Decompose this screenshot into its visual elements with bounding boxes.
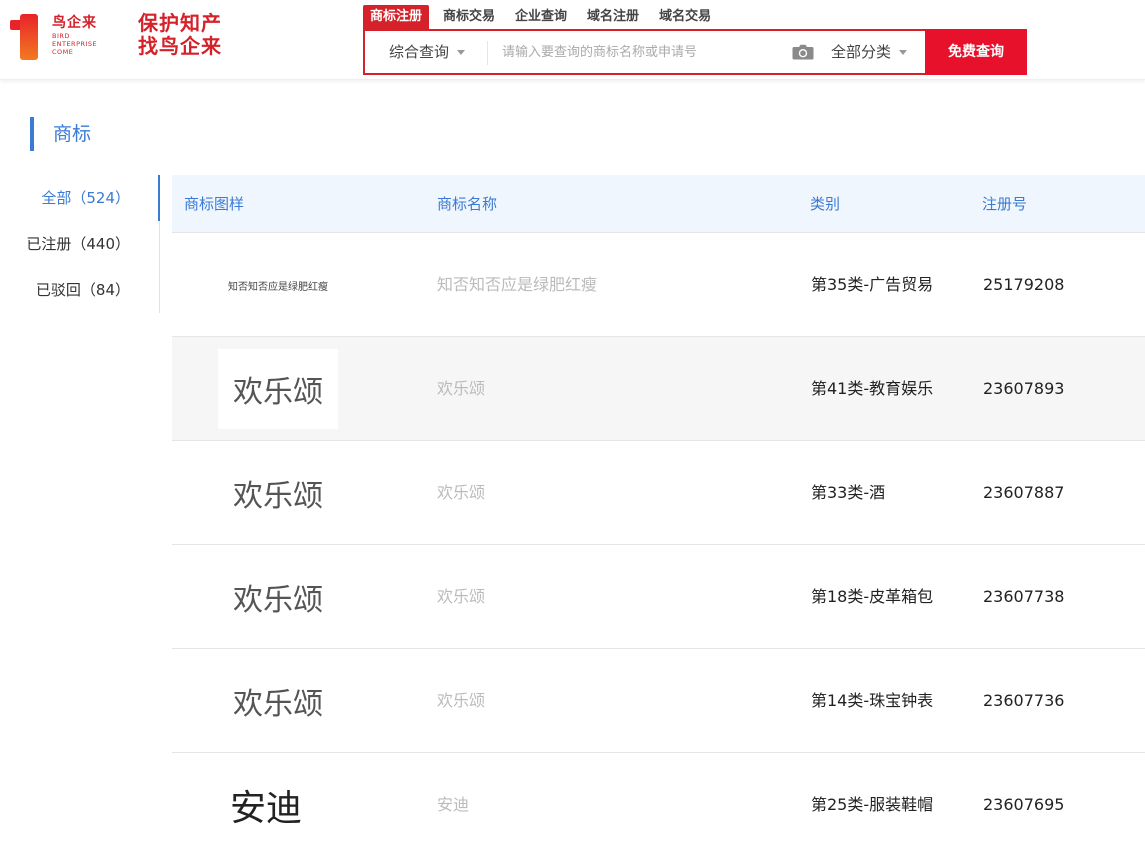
slogan: 保护知产 找鸟企来 xyxy=(138,12,258,58)
table-row[interactable]: 欢乐颂 欢乐颂 第41类-教育娱乐 23607893 xyxy=(172,337,1145,441)
search-input[interactable] xyxy=(502,31,782,73)
trademark-table: 商标图样 商标名称 类别 注册号 知否知否应是绿肥红瘦 知否知否应是绿肥红瘦 第… xyxy=(172,175,1145,853)
camera-icon[interactable] xyxy=(792,44,814,60)
tab-trademark-trade[interactable]: 商标交易 xyxy=(433,5,505,29)
search-button[interactable]: 免费查询 xyxy=(925,29,1027,75)
trademark-reg-no: 23607893 xyxy=(983,379,1065,398)
tab-domain-register[interactable]: 域名注册 xyxy=(577,5,649,29)
status-filter: 全部（524） 已注册（440） 已驳回（84） xyxy=(0,175,160,313)
trademark-reg-no: 25179208 xyxy=(983,275,1065,294)
table-row[interactable]: 知否知否应是绿肥红瘦 知否知否应是绿肥红瘦 第35类-广告贸易 25179208 xyxy=(172,233,1145,337)
tab-domain-trade[interactable]: 域名交易 xyxy=(649,5,721,29)
trademark-name[interactable]: 知否知否应是绿肥红瘦 xyxy=(437,233,597,337)
trademark-name[interactable]: 欢乐颂 xyxy=(437,441,485,545)
trademark-image-text: 安迪 xyxy=(230,788,303,829)
table-row[interactable]: 欢乐颂 欢乐颂 第14类-珠宝钟表 23607736 xyxy=(172,649,1145,753)
category-select[interactable]: 全部分类 xyxy=(831,31,908,73)
logo-mark-icon xyxy=(10,14,40,60)
trademark-image[interactable]: 欢乐颂 xyxy=(218,349,338,429)
page-title: 商标 xyxy=(30,117,91,151)
column-header-category: 类别 xyxy=(810,195,841,213)
table-row[interactable]: 欢乐颂 欢乐颂 第33类-酒 23607887 xyxy=(172,441,1145,545)
column-header-name: 商标名称 xyxy=(437,195,498,213)
trademark-reg-no: 23607738 xyxy=(983,587,1065,606)
search-tabs: 商标注册 商标交易 企业查询 域名注册 域名交易 xyxy=(363,5,721,29)
trademark-image[interactable]: 知否知否应是绿肥红瘦 xyxy=(218,245,338,325)
filter-all[interactable]: 全部（524） xyxy=(0,175,160,221)
trademark-reg-no: 23607695 xyxy=(983,795,1065,814)
trademark-category: 第33类-酒 xyxy=(811,483,886,502)
trademark-image[interactable]: 欢乐颂 xyxy=(218,557,338,637)
tab-trademark-register[interactable]: 商标注册 xyxy=(363,5,430,29)
trademark-reg-no: 23607887 xyxy=(983,483,1065,502)
search-bar: 综合查询 全部分类 免费查询 xyxy=(363,29,1027,75)
site-logo[interactable]: 鸟企来 BIRD ENTERPRISE COME xyxy=(10,12,110,64)
table-row[interactable]: 安迪 安迪 第25类-服装鞋帽 23607695 xyxy=(172,753,1145,853)
filter-registered[interactable]: 已注册（440） xyxy=(0,221,159,267)
trademark-name[interactable]: 安迪 xyxy=(437,753,469,853)
chevron-down-icon xyxy=(457,50,466,55)
trademark-name[interactable]: 欢乐颂 xyxy=(437,337,485,441)
filter-rejected[interactable]: 已驳回（84） xyxy=(0,267,159,313)
table-header: 商标图样 商标名称 类别 注册号 xyxy=(172,175,1145,233)
slogan-line: 找鸟企来 xyxy=(138,34,222,58)
trademark-image[interactable]: 欢乐颂 xyxy=(218,453,338,533)
divider xyxy=(487,41,488,65)
trademark-image-text: 欢乐颂 xyxy=(233,375,323,410)
trademark-image-text: 欢乐颂 xyxy=(233,687,323,722)
trademark-name[interactable]: 欢乐颂 xyxy=(437,545,485,649)
trademark-category: 第35类-广告贸易 xyxy=(811,275,934,294)
category-label: 全部分类 xyxy=(831,43,892,61)
trademark-category: 第18类-皮革箱包 xyxy=(811,587,934,606)
column-header-reg-no: 注册号 xyxy=(982,195,1028,213)
logo-english-text: BIRD ENTERPRISE COME xyxy=(52,32,98,56)
search-type-select[interactable]: 综合查询 xyxy=(365,31,487,73)
trademark-category: 第14类-珠宝钟表 xyxy=(811,691,934,710)
trademark-image[interactable]: 欢乐颂 xyxy=(218,661,338,741)
logo-text: 鸟企来 xyxy=(52,15,97,31)
table-row[interactable]: 欢乐颂 欢乐颂 第18类-皮革箱包 23607738 xyxy=(172,545,1145,649)
trademark-image-text: 欢乐颂 xyxy=(233,479,323,514)
trademark-name[interactable]: 欢乐颂 xyxy=(437,649,485,753)
chevron-down-icon xyxy=(899,50,908,55)
column-header-image: 商标图样 xyxy=(184,195,245,213)
trademark-category: 第25类-服装鞋帽 xyxy=(811,795,934,814)
trademark-image-text: 欢乐颂 xyxy=(233,583,323,618)
trademark-image-text: 知否知否应是绿肥红瘦 xyxy=(228,281,328,293)
trademark-category: 第41类-教育娱乐 xyxy=(811,379,934,398)
trademark-reg-no: 23607736 xyxy=(983,691,1065,710)
search-type-label: 综合查询 xyxy=(389,43,450,61)
tab-company-search[interactable]: 企业查询 xyxy=(505,5,577,29)
slogan-line: 保护知产 xyxy=(138,11,222,35)
site-header: 鸟企来 BIRD ENTERPRISE COME 保护知产 找鸟企来 商标注册 … xyxy=(0,0,1145,80)
trademark-image[interactable]: 安迪 xyxy=(218,765,338,845)
